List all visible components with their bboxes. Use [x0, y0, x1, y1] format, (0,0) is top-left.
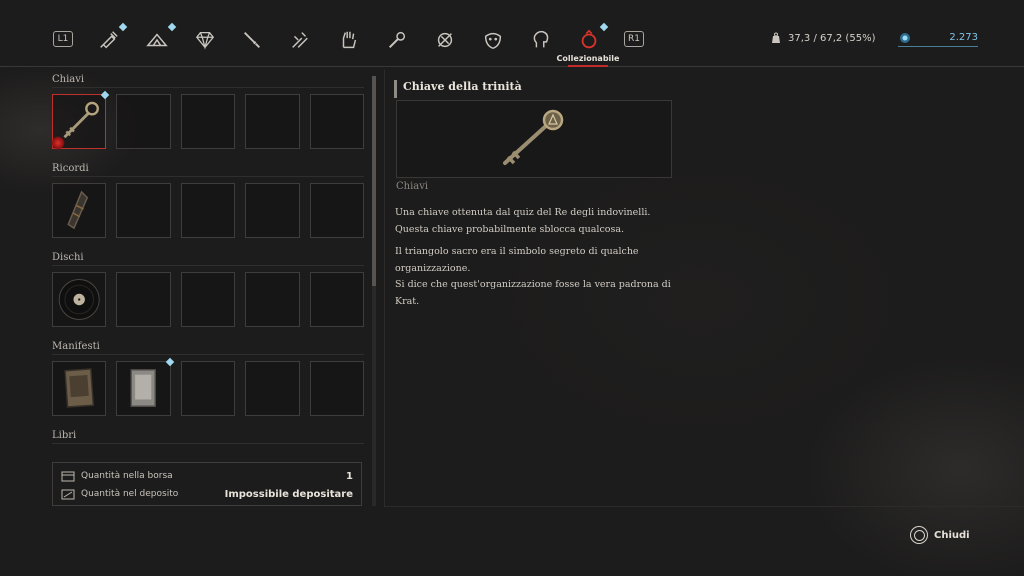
- empty-slot[interactable]: [245, 94, 300, 149]
- currency-value: 2.273: [949, 32, 978, 43]
- bag-quantity-row: Quantità nella borsa 1: [61, 467, 353, 485]
- gem-icon: [195, 32, 215, 50]
- mask-icon: [484, 32, 502, 50]
- section-title-manifesti: Manifesti: [52, 341, 364, 355]
- weight-icon: [772, 32, 780, 43]
- slot-poster-2[interactable]: [116, 357, 175, 416]
- grid-ricordi: [52, 183, 365, 238]
- description-line: Una chiave ottenuta dal quiz del Re degl…: [395, 207, 651, 218]
- tab-tools[interactable]: [433, 28, 457, 52]
- description-paragraph: Una chiave ottenuta dal quiz del Re degl…: [395, 205, 685, 238]
- l1-button[interactable]: L1: [53, 31, 73, 47]
- bag-quantity-value: 1: [346, 470, 353, 482]
- empty-slot[interactable]: [116, 183, 171, 238]
- item-title: Chiave della trinità: [394, 80, 672, 98]
- grid-dischi: [52, 272, 365, 327]
- tools-icon: [437, 32, 453, 48]
- wrench-icon: [388, 31, 406, 49]
- description-line: Si dice che quest'organizzazione fosse l…: [395, 279, 671, 307]
- active-tab-indicator: [568, 65, 608, 67]
- weight-value: 37,3 / 67,2 (55%): [788, 32, 876, 44]
- close-button[interactable]: Chiudi: [910, 526, 970, 544]
- bag-icon: [61, 471, 75, 481]
- inventory-panel: Chiavi Ricordi Dischi Manifesti Libri: [51, 74, 365, 450]
- tab-gem[interactable]: [193, 28, 217, 52]
- poster-icon: [130, 369, 157, 407]
- currency-indicator: 2.273: [898, 29, 978, 47]
- empty-slot[interactable]: [180, 361, 236, 416]
- empty-slot[interactable]: [309, 94, 365, 149]
- description-paragraph: Il triangolo sacro era il simbolo segret…: [395, 244, 685, 310]
- description-line: Il triangolo sacro era il simbolo segret…: [395, 246, 639, 274]
- new-badge: [118, 22, 128, 32]
- r1-button[interactable]: R1: [624, 31, 644, 47]
- empty-slot[interactable]: [180, 183, 236, 238]
- empty-slot[interactable]: [245, 361, 300, 416]
- tab-weapon[interactable]: [240, 28, 264, 52]
- section-title-ricordi: Ricordi: [52, 163, 364, 177]
- tab-syringe[interactable]: [96, 22, 128, 52]
- empty-slot[interactable]: [116, 272, 171, 327]
- empty-slot[interactable]: [180, 94, 236, 149]
- collectible-icon: [581, 29, 597, 49]
- top-bar: L1 Collezionabile R1 37,3 / 67,2 (55%) 2…: [0, 0, 1024, 67]
- head-icon: [533, 30, 549, 48]
- storage-quantity-row: Quantità nel deposito Impossibile deposi…: [61, 485, 353, 503]
- empty-slot[interactable]: [309, 183, 365, 238]
- section-title-chiavi: Chiavi: [52, 74, 364, 88]
- tab-head[interactable]: [529, 28, 553, 52]
- empty-slot[interactable]: [245, 272, 300, 327]
- grid-manifesti: [52, 357, 365, 416]
- tab-handle[interactable]: [288, 28, 312, 52]
- section-title-dischi: Dischi: [52, 252, 364, 266]
- ergo-icon: [900, 32, 910, 43]
- glove-icon: [342, 31, 357, 49]
- storage-icon: [61, 489, 75, 499]
- slot-record[interactable]: [52, 272, 107, 327]
- selection-marker: [51, 136, 65, 150]
- syringe-icon: [100, 31, 118, 49]
- tab-mask[interactable]: [481, 28, 505, 52]
- section-title-libri: Libri: [52, 430, 364, 444]
- slot-poster-1[interactable]: [52, 361, 107, 416]
- item-category: Chiavi: [396, 181, 429, 192]
- empty-slot[interactable]: [309, 361, 365, 416]
- trinity-key-icon: [503, 109, 564, 165]
- empty-slot[interactable]: [180, 272, 236, 327]
- grid-chiavi: [51, 90, 365, 150]
- storage-quantity-label: Quantità nel deposito: [81, 489, 179, 499]
- record-icon: [58, 279, 100, 320]
- quantity-box: Quantità nella borsa 1 Quantità nel depo…: [52, 462, 362, 506]
- slot-trinity-key[interactable]: [51, 90, 110, 150]
- empty-slot[interactable]: [116, 94, 171, 149]
- materials-icon: [146, 33, 168, 47]
- panel-divider: [384, 70, 385, 506]
- description-line: Questa chiave probabilmente sblocca qual…: [395, 223, 625, 235]
- bottom-divider: [384, 506, 1024, 507]
- new-badge: [167, 22, 177, 32]
- handle-icon: [292, 32, 308, 48]
- empty-slot[interactable]: [245, 183, 300, 238]
- item-description: Una chiave ottenuta dal quiz del Re degl…: [395, 205, 685, 316]
- header-divider: [0, 66, 1024, 67]
- new-badge: [599, 22, 609, 32]
- tab-collectible[interactable]: [577, 22, 609, 52]
- empty-slot[interactable]: [309, 272, 365, 327]
- bag-quantity-label: Quantità nella borsa: [81, 471, 173, 481]
- poster-icon: [64, 368, 95, 408]
- memento-icon: [67, 190, 89, 230]
- storage-quantity-value: Impossibile depositare: [224, 488, 353, 500]
- close-label: Chiudi: [934, 529, 970, 541]
- active-tab-label: Collezionabile: [556, 54, 620, 63]
- slot-memento[interactable]: [52, 183, 107, 238]
- tab-glove[interactable]: [337, 28, 361, 52]
- circle-button-icon: [910, 526, 928, 544]
- scrollbar-thumb[interactable]: [372, 76, 376, 286]
- tab-materials[interactable]: [145, 22, 177, 52]
- item-preview: [396, 100, 672, 178]
- tab-wrench[interactable]: [385, 28, 409, 52]
- weight-indicator: 37,3 / 67,2 (55%): [770, 29, 875, 47]
- weapon-icon: [244, 32, 260, 48]
